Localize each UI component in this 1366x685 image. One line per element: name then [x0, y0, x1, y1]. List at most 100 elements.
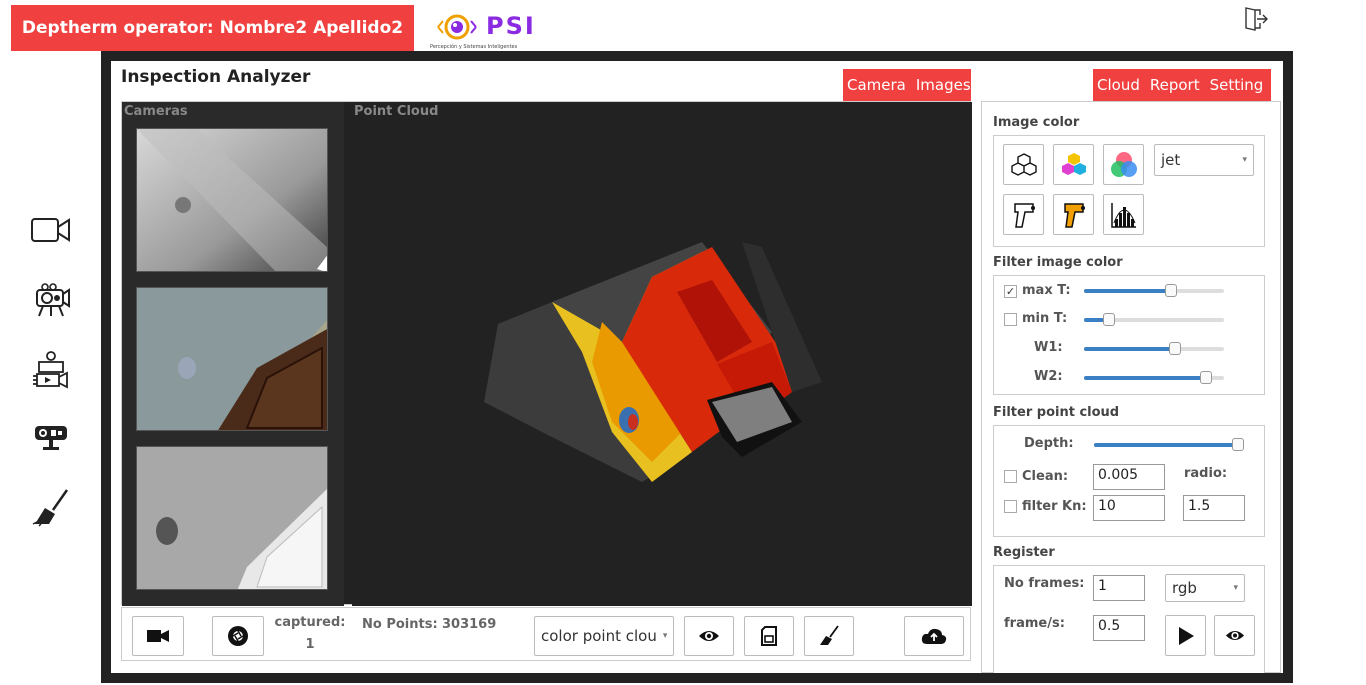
w1-label: W1: [1034, 340, 1063, 355]
shutter-icon [228, 626, 248, 646]
play-icon [1178, 626, 1194, 645]
register-label: Register [993, 545, 1055, 560]
points-label: No Points: [362, 617, 438, 632]
broom-icon [820, 625, 839, 645]
view-area: Cameras Point Cloud [121, 101, 972, 606]
w2-label: W2: [1034, 369, 1063, 384]
cameras-label: Cameras [124, 104, 188, 119]
max-t-label: max T: [1022, 283, 1071, 298]
settings-column: Image color jet ▾ Filter image color ✓ m… [981, 101, 1281, 673]
max-t-slider[interactable] [1084, 284, 1224, 298]
min-t-slider[interactable] [1084, 313, 1224, 327]
captured-count: 1 [305, 637, 315, 652]
max-t-checkbox[interactable]: ✓ [1004, 285, 1017, 298]
cubes-outline-button[interactable] [1003, 144, 1044, 185]
play-button[interactable] [1165, 615, 1206, 656]
video-camera-icon[interactable] [28, 210, 74, 250]
tabs-right: Cloud Report Setting [1093, 69, 1271, 101]
fps-input[interactable]: 0.5 [1093, 615, 1145, 641]
cubes-color-button[interactable] [1053, 144, 1094, 185]
camera-thumbnail-depth[interactable] [136, 128, 328, 272]
record-button[interactable] [132, 616, 184, 656]
w2-slider[interactable] [1084, 371, 1224, 385]
logo-subtitle: Percepción y Sistemas Inteligentes [430, 44, 518, 50]
points-count: 303169 [442, 617, 497, 632]
cubes-color-icon [1061, 152, 1086, 175]
image-color-label: Image color [993, 115, 1080, 130]
eye-icon [1225, 630, 1244, 641]
logout-icon[interactable] [1243, 6, 1269, 32]
w1-slider[interactable] [1084, 342, 1224, 356]
radio-label: radio: [1184, 466, 1228, 481]
chevron-down-icon: ▾ [1233, 583, 1238, 593]
min-t-checkbox[interactable] [1004, 313, 1017, 326]
filter-cloud-box: Depth: Clean: 0.005 radio: filter Kn: 10… [993, 425, 1265, 537]
camera-crew-icon[interactable] [28, 350, 74, 390]
min-t-label: min T: [1022, 311, 1068, 326]
eye-logo-icon [437, 14, 477, 40]
filter-cloud-label: Filter point cloud [993, 405, 1120, 420]
tab-camera[interactable]: Camera [847, 76, 906, 94]
radio-input[interactable]: 1.5 [1183, 495, 1245, 521]
filter-kn-label: filter Kn: [1022, 499, 1087, 514]
camera-projector-icon[interactable] [28, 280, 74, 320]
tab-images[interactable]: Images [916, 76, 971, 94]
frames-label: No frames: [1004, 576, 1085, 591]
clean-checkbox[interactable] [1004, 470, 1017, 483]
color-wheel-button[interactable] [1103, 144, 1144, 185]
histogram-icon [1110, 202, 1136, 228]
register-box: No frames: 1 rgb ▾ frame/s: 0.5 [993, 565, 1265, 673]
tab-setting[interactable]: Setting [1210, 76, 1264, 94]
cameras-column: Cameras [122, 102, 344, 606]
sd-card-icon [761, 626, 777, 646]
view-cloud-button[interactable] [684, 616, 734, 656]
main-frame: Inspection Analyzer Camera Images Cloud … [101, 51, 1293, 683]
filter-image-box: ✓ max T: min T: W1: W2: [993, 275, 1265, 395]
cloud-upload-icon [921, 628, 947, 644]
cubes-outline-icon [1010, 152, 1037, 176]
color-space-select[interactable]: rgb ▾ [1165, 574, 1245, 602]
capture-button[interactable] [212, 616, 264, 656]
color-space-value: rgb [1172, 579, 1197, 597]
depth-label: Depth: [1024, 436, 1074, 451]
clean-label: Clean: [1022, 469, 1069, 484]
chevron-down-icon: ▾ [1242, 155, 1247, 165]
logo-text: PSI [486, 12, 536, 40]
thermometer-gun-color-button[interactable] [1053, 194, 1094, 235]
fps-label: frame/s: [1004, 616, 1065, 631]
thermometer-gun-button[interactable] [1003, 194, 1044, 235]
video-icon [147, 630, 169, 642]
thermal-gun-outline-icon [1013, 202, 1035, 228]
depth-sensor-icon[interactable] [28, 418, 74, 458]
point-cloud-view[interactable]: Point Cloud [352, 102, 972, 606]
clean-cloud-button[interactable] [804, 616, 854, 656]
camera-thumbnail-rgb[interactable] [136, 287, 328, 431]
depth-slider[interactable] [1094, 438, 1244, 452]
filter-kn-checkbox[interactable] [1004, 500, 1017, 513]
tab-report[interactable]: Report [1150, 76, 1200, 94]
chevron-down-icon: ▾ [662, 631, 668, 641]
image-color-box: jet ▾ [993, 135, 1265, 247]
tabs-left: Camera Images [843, 69, 971, 101]
bottom-toolbar: captured: 1 No Points: 303169 color poin… [121, 607, 971, 661]
save-card-button[interactable] [744, 616, 794, 656]
frames-input[interactable]: 1 [1093, 575, 1145, 601]
page-title: Inspection Analyzer [121, 67, 311, 87]
register-view-button[interactable] [1214, 615, 1255, 656]
color-mode-select[interactable]: color point clou ▾ [534, 616, 674, 656]
color-mode-value: color point clou [541, 627, 657, 645]
histogram-button[interactable] [1103, 194, 1144, 235]
upload-button[interactable] [904, 616, 964, 656]
inspection-panel: Inspection Analyzer Camera Images Cloud … [111, 61, 1283, 673]
colormap-value: jet [1161, 151, 1181, 169]
tab-cloud[interactable]: Cloud [1097, 76, 1140, 94]
broom-icon[interactable] [28, 488, 74, 528]
colormap-select[interactable]: jet ▾ [1154, 144, 1254, 176]
eye-icon [699, 631, 719, 641]
operator-badge: Deptherm operator: Nombre2 Apellido2 [11, 5, 414, 51]
filter-kn-input[interactable]: 10 [1093, 495, 1165, 521]
clean-input[interactable]: 0.005 [1093, 464, 1165, 490]
camera-thumbnail-thermal[interactable] [136, 446, 328, 590]
color-wheel-icon [1110, 151, 1137, 177]
thermal-gun-color-icon [1063, 202, 1085, 228]
